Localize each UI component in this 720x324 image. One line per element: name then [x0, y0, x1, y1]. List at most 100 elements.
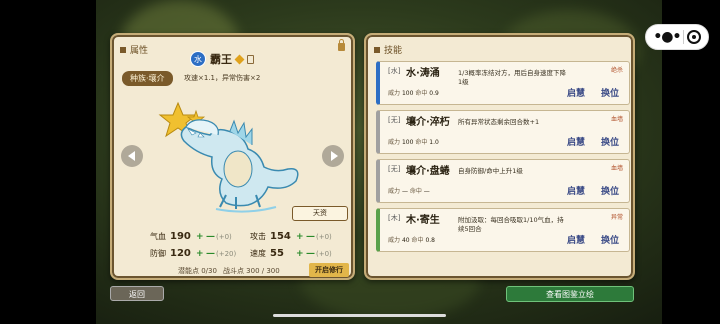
stat-speed: 速度 55 + — (+0) — [250, 248, 350, 259]
rarity-diamond-icon — [234, 54, 245, 64]
skill-card[interactable]: [无] 壤介·淬朽 威力 100 命中 1.0 所有异常状态剩余回合数+1 血墙… — [376, 110, 630, 154]
bullet-icon — [120, 46, 126, 53]
stat-minus-button[interactable]: — — [206, 232, 216, 242]
stat-plus-button[interactable]: + — [296, 232, 306, 242]
enlighten-button[interactable]: 启慧 — [567, 135, 585, 148]
potential-points: 潜能点 0/30 — [178, 267, 217, 275]
start-practice-button[interactable]: 开启修行 — [309, 263, 349, 277]
stat-attack: 攻击 154 + — (+0) — [250, 231, 350, 242]
skill-power: 威力 — 命中 — — [388, 186, 430, 195]
target-icon[interactable] — [686, 30, 701, 44]
skill-power: 威力 100 命中 0.9 — [388, 88, 439, 97]
stat-label: 气血 — [150, 232, 166, 241]
stat-label: 攻击 — [250, 232, 266, 241]
skill-tag: 血墙 — [610, 116, 623, 123]
panel-title: 属性 — [120, 43, 148, 56]
power-label: 威力 — [388, 139, 401, 146]
swap-button[interactable]: 换位 — [601, 135, 619, 148]
skill-name: 壤介·盘蜷 — [406, 166, 450, 177]
hit-label: 命中 — [415, 139, 428, 146]
skills-panel: 技能 [水] 水·涛涌 威力 100 命中 0.9 1/3概率冻结对方，用后自身… — [364, 33, 635, 280]
stat-minus-button[interactable]: — — [306, 249, 316, 259]
skill-power: 威力 100 命中 1.0 — [388, 137, 439, 146]
pet-dragon-image — [158, 101, 299, 213]
stat-value: 120 — [170, 248, 191, 259]
power-label: 威力 — [388, 188, 401, 195]
skill-element: [无] — [388, 116, 401, 124]
skill-description: 附加汲取：每回合吸取1/10气血，持续5回合 — [458, 216, 564, 233]
stat-hp: 气血 190 + — (+0) — [150, 231, 250, 242]
attribute-title: 属性 — [130, 46, 149, 56]
skill-description: 1/3概率冻结对方，用后自身速度下降1级 — [458, 69, 566, 86]
pet-name: 霸王 — [210, 53, 232, 66]
skill-card[interactable]: [无] 壤介·盘蜷 威力 — 命中 — 自身防御/命中上升1级 血墙 启慧 换位 — [376, 159, 630, 203]
skill-description: 自身防御/命中上升1级 — [458, 167, 523, 175]
stat-plus-button[interactable]: + — [196, 232, 206, 242]
skill-name: 木·寄生 — [406, 215, 440, 226]
stat-plus-button[interactable]: + — [196, 249, 206, 259]
skill-element: [水] — [388, 67, 401, 75]
panel-title: 技能 — [374, 43, 402, 56]
power-label: 威力 — [388, 237, 401, 244]
skills-title: 技能 — [384, 46, 403, 56]
stat-delta: (+20) — [216, 249, 237, 258]
hit-label: 命中 — [415, 90, 428, 97]
stat-defense: 防御 120 + — (+20) — [150, 248, 250, 259]
battle-points: 战斗点 300 / 300 — [222, 267, 280, 275]
skill-power: 威力 40 命中 0.8 — [388, 235, 435, 244]
points-summary: 潜能点 0/30 战斗点 300 / 300 — [178, 266, 280, 276]
lock-icon[interactable] — [338, 39, 345, 51]
skill-tag: 绝杀 — [610, 67, 623, 74]
stat-row: 气血 190 + — (+0) 攻击 154 + — (+0) — [150, 228, 350, 245]
skill-card[interactable]: [木] 木·寄生 威力 40 命中 0.8 附加汲取：每回合吸取1/10气血，持… — [376, 208, 630, 252]
stat-label: 速度 — [250, 249, 266, 258]
skill-name: 壤介·淬朽 — [406, 117, 450, 128]
power-value: 100 — [401, 90, 414, 97]
hit-value: — — [423, 188, 430, 195]
stat-row: 防御 120 + — (+20) 速度 55 + — (+0) — [150, 245, 350, 262]
stat-delta: (+0) — [216, 232, 232, 241]
next-pet-button[interactable] — [322, 145, 344, 167]
skill-tag: 异常 — [610, 214, 623, 221]
stat-delta: (+0) — [316, 232, 332, 241]
view-illustration-button[interactable]: 查看图鉴立绘 — [506, 286, 634, 302]
hit-value: 1.0 — [429, 139, 439, 146]
enlighten-button[interactable]: 启慧 — [567, 233, 585, 246]
swap-button[interactable]: 换位 — [601, 184, 619, 197]
hit-value: 0.9 — [429, 90, 439, 97]
stat-plus-button[interactable]: + — [296, 249, 306, 259]
hit-label: 命中 — [411, 237, 424, 244]
skill-card[interactable]: [水] 水·涛涌 威力 100 命中 0.9 1/3概率冻结对方，用后自身速度下… — [376, 61, 630, 105]
stat-minus-button[interactable]: — — [306, 232, 316, 242]
talent-button[interactable]: 天资 — [292, 206, 348, 221]
stat-label: 防御 — [150, 249, 166, 258]
power-value: 100 — [401, 139, 414, 146]
skill-element: [木] — [388, 214, 401, 222]
skill-description: 所有异常状态剩余回合数+1 — [458, 118, 540, 126]
stat-delta: (+0) — [316, 249, 332, 258]
attribute-panel: 属性 水 霸王 种族·壤介 攻速×1.1，异常伤害×2 天资 气血 190 + … — [110, 33, 355, 280]
stat-value: 55 — [270, 248, 284, 259]
race-description: 攻速×1.1，异常伤害×2 — [184, 74, 261, 82]
pet-header: 水 霸王 — [190, 51, 254, 67]
hit-label: 命中 — [409, 188, 422, 195]
skill-element: [无] — [388, 165, 401, 173]
enlighten-button[interactable]: 启慧 — [567, 184, 585, 197]
document-icon[interactable] — [247, 54, 254, 64]
capsule-divider — [683, 30, 685, 44]
stats-grid: 气血 190 + — (+0) 攻击 154 + — (+0) 防御 120 +… — [150, 228, 350, 262]
home-indicator[interactable] — [273, 314, 446, 317]
previous-pet-button[interactable] — [121, 145, 143, 167]
stat-value: 190 — [170, 231, 191, 242]
bullet-icon — [374, 46, 380, 53]
enlighten-button[interactable]: 启慧 — [567, 86, 585, 99]
power-value: 40 — [401, 237, 410, 244]
stat-value: 154 — [270, 231, 291, 242]
stat-minus-button[interactable]: — — [206, 249, 216, 259]
more-icon[interactable]: •●• — [653, 29, 681, 45]
swap-button[interactable]: 换位 — [601, 86, 619, 99]
letterbox-left — [0, 0, 96, 324]
skill-name: 水·涛涌 — [406, 68, 440, 79]
back-button[interactable]: 返回 — [110, 286, 164, 301]
swap-button[interactable]: 换位 — [601, 233, 619, 246]
